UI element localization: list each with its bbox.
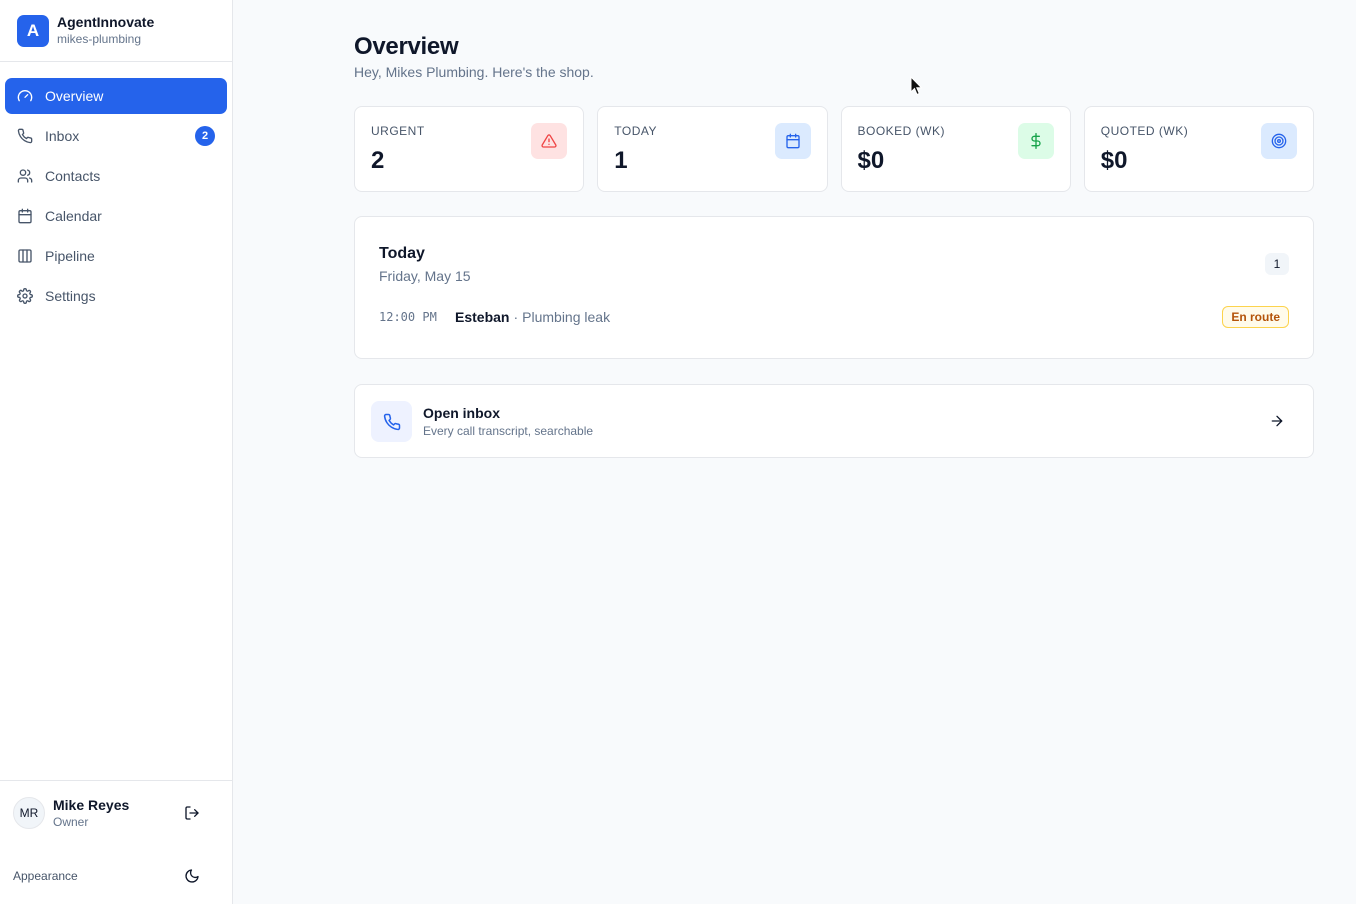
target-icon bbox=[1261, 123, 1297, 159]
users-icon bbox=[17, 168, 33, 184]
calendar-icon bbox=[17, 208, 33, 224]
phone-icon bbox=[17, 128, 33, 144]
stat-value: $0 bbox=[1100, 147, 1128, 174]
moon-icon bbox=[185, 869, 199, 883]
appointment-contact: Esteban bbox=[455, 309, 510, 325]
appointment-row[interactable]: 12:00 PM Esteban · Plumbing leak En rout… bbox=[379, 306, 1289, 328]
stat-label: TODAY bbox=[614, 124, 657, 138]
columns-icon bbox=[17, 248, 33, 264]
sidebar: A AgentInnovate mikes-plumbing Overview … bbox=[0, 0, 233, 904]
stat-label: URGENT bbox=[371, 124, 425, 138]
sidebar-item-label: Contacts bbox=[45, 168, 101, 184]
sidebar-item-inbox[interactable]: Inbox 2 bbox=[5, 118, 227, 154]
brand-header: A AgentInnovate mikes-plumbing bbox=[0, 0, 232, 62]
today-date: Friday, May 15 bbox=[379, 268, 471, 284]
sidebar-item-contacts[interactable]: Contacts bbox=[5, 158, 227, 194]
page-title: Overview bbox=[354, 33, 459, 60]
brand-logo: A bbox=[17, 14, 49, 47]
stat-label: BOOKED (WK) bbox=[857, 124, 946, 138]
sidebar-item-calendar[interactable]: Calendar bbox=[5, 198, 227, 234]
mouse-cursor-icon bbox=[910, 76, 923, 96]
stat-label: QUOTED (WK) bbox=[1100, 124, 1189, 138]
theme-toggle-button[interactable] bbox=[182, 866, 202, 886]
appointment-separator: · bbox=[513, 309, 519, 325]
sidebar-nav: Overview Inbox 2 Contacts Calendar Pipel… bbox=[0, 62, 232, 314]
stat-value: 2 bbox=[371, 147, 385, 174]
brand-name: AgentInnovate bbox=[57, 14, 155, 30]
sidebar-item-overview[interactable]: Overview bbox=[5, 78, 227, 114]
stat-value: $0 bbox=[857, 147, 885, 174]
stat-value: 1 bbox=[614, 147, 628, 174]
inbox-count-badge: 2 bbox=[195, 126, 215, 146]
status-badge: En route bbox=[1222, 306, 1289, 328]
user-role: Owner bbox=[53, 814, 89, 829]
today-count-badge: 1 bbox=[1265, 253, 1289, 275]
user-name: Mike Reyes bbox=[53, 796, 130, 813]
appointment-time: 12:00 PM bbox=[379, 310, 437, 324]
stat-card-today[interactable]: TODAY 1 bbox=[597, 106, 828, 192]
sidebar-item-label: Inbox bbox=[45, 128, 80, 144]
stats-row: URGENT 2 TODAY 1 BOOKED (WK) $0 QUOTED (… bbox=[354, 106, 1314, 192]
user-profile: MR Mike Reyes Owner bbox=[0, 780, 232, 844]
appearance-row: Appearance bbox=[0, 848, 232, 904]
stat-card-urgent[interactable]: URGENT 2 bbox=[354, 106, 585, 192]
sidebar-item-settings[interactable]: Settings bbox=[5, 278, 227, 314]
sidebar-item-pipeline[interactable]: Pipeline bbox=[5, 238, 227, 274]
open-inbox-card[interactable]: Open inbox Every call transcript, search… bbox=[354, 384, 1314, 458]
appointment-description: Plumbing leak bbox=[522, 309, 611, 325]
open-inbox-title: Open inbox bbox=[423, 405, 500, 421]
stat-card-booked[interactable]: BOOKED (WK) $0 bbox=[840, 106, 1071, 192]
logout-button[interactable] bbox=[182, 803, 202, 823]
sidebar-item-label: Pipeline bbox=[45, 248, 95, 264]
sidebar-item-label: Calendar bbox=[45, 208, 102, 224]
gauge-icon bbox=[17, 88, 33, 104]
stat-card-quoted[interactable]: QUOTED (WK) $0 bbox=[1083, 106, 1314, 192]
calendar-icon bbox=[774, 123, 811, 159]
sidebar-item-label: Overview bbox=[45, 88, 104, 104]
avatar: MR bbox=[13, 796, 45, 829]
gear-icon bbox=[17, 288, 33, 304]
today-title: Today bbox=[379, 245, 425, 262]
dollar-icon bbox=[1017, 123, 1054, 159]
workspace-slug: mikes-plumbing bbox=[57, 32, 142, 46]
alert-triangle-icon bbox=[531, 123, 568, 159]
appearance-label: Appearance bbox=[13, 869, 78, 883]
open-inbox-subtitle: Every call transcript, searchable bbox=[423, 424, 594, 438]
page-subtitle: Hey, Mikes Plumbing. Here's the shop. bbox=[354, 64, 594, 80]
phone-icon bbox=[371, 401, 412, 442]
arrow-right-icon bbox=[1271, 415, 1283, 427]
today-card: Today Friday, May 15 1 12:00 PM Esteban … bbox=[354, 216, 1314, 359]
logout-icon bbox=[185, 806, 199, 820]
sidebar-item-label: Settings bbox=[45, 288, 96, 304]
